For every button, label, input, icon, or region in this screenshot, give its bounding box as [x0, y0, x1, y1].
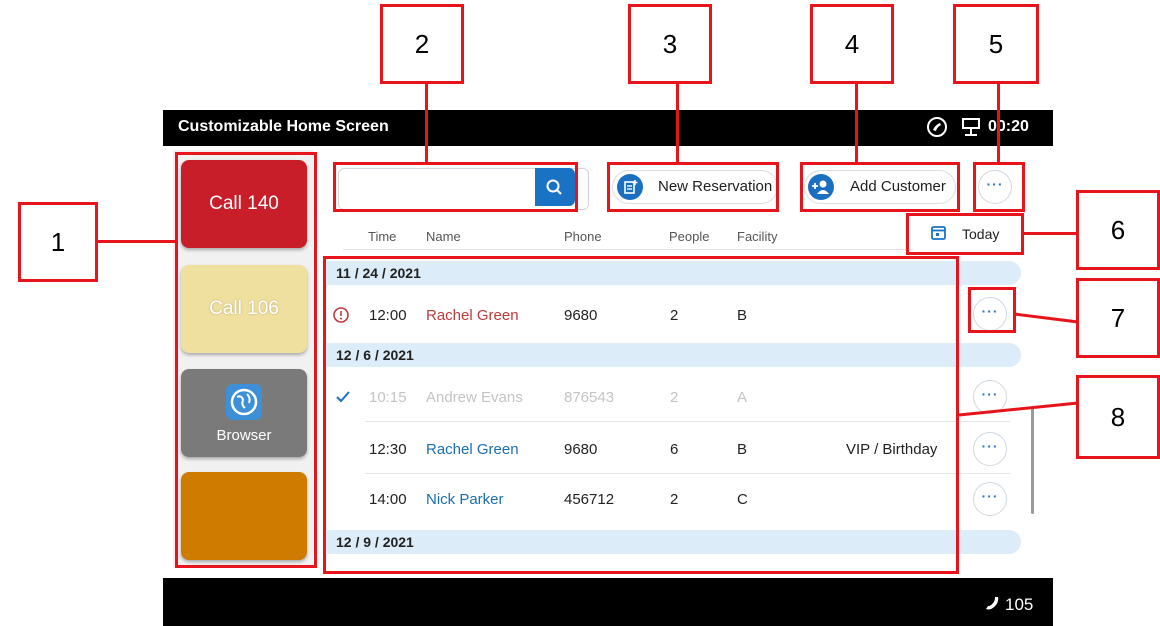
row-more-button[interactable]: ··· [973, 482, 1007, 516]
call-status-icon [927, 117, 947, 137]
callout-line-7 [1013, 312, 1079, 324]
callout-highlight-6 [906, 213, 1024, 255]
callout-highlight-2 [333, 162, 578, 212]
callout-highlight-8 [323, 256, 959, 574]
callout-number-8: 8 [1076, 375, 1160, 459]
callout-highlight-3 [607, 162, 779, 212]
clock: 00:20 [988, 118, 1029, 135]
callout-number-4: 4 [810, 4, 894, 84]
screen-title: Customizable Home Screen [178, 118, 389, 135]
extension-number: 105 [1005, 595, 1034, 614]
callout-line-2 [425, 82, 428, 162]
callout-number-6: 6 [1076, 190, 1160, 270]
bottom-bar [163, 578, 1053, 626]
network-icon [962, 118, 980, 136]
callout-line-3 [676, 82, 679, 162]
callout-line-1 [97, 240, 175, 243]
callout-line-6 [1024, 232, 1077, 235]
callout-line-4 [855, 82, 858, 162]
callout-highlight-7 [968, 287, 1016, 333]
callout-highlight-1 [175, 152, 317, 568]
callout-number-2: 2 [380, 4, 464, 84]
column-header-phone: Phone [564, 229, 602, 244]
column-header-people: People [669, 229, 710, 244]
callout-highlight-5 [973, 162, 1025, 212]
column-header-time: Time [368, 229, 397, 244]
row-more-button[interactable]: ··· [973, 432, 1007, 466]
callout-number-3: 3 [628, 4, 712, 84]
callout-line-5 [997, 82, 1000, 162]
column-header-name: Name [426, 229, 461, 244]
callout-number-5: 5 [953, 4, 1039, 84]
callout-number-1: 1 [18, 202, 98, 282]
callout-number-7: 7 [1076, 278, 1160, 358]
callout-line-8 [958, 401, 1079, 417]
phone-icon [986, 597, 999, 610]
callout-highlight-4 [800, 162, 960, 212]
column-header-facility: Facility [737, 229, 778, 244]
